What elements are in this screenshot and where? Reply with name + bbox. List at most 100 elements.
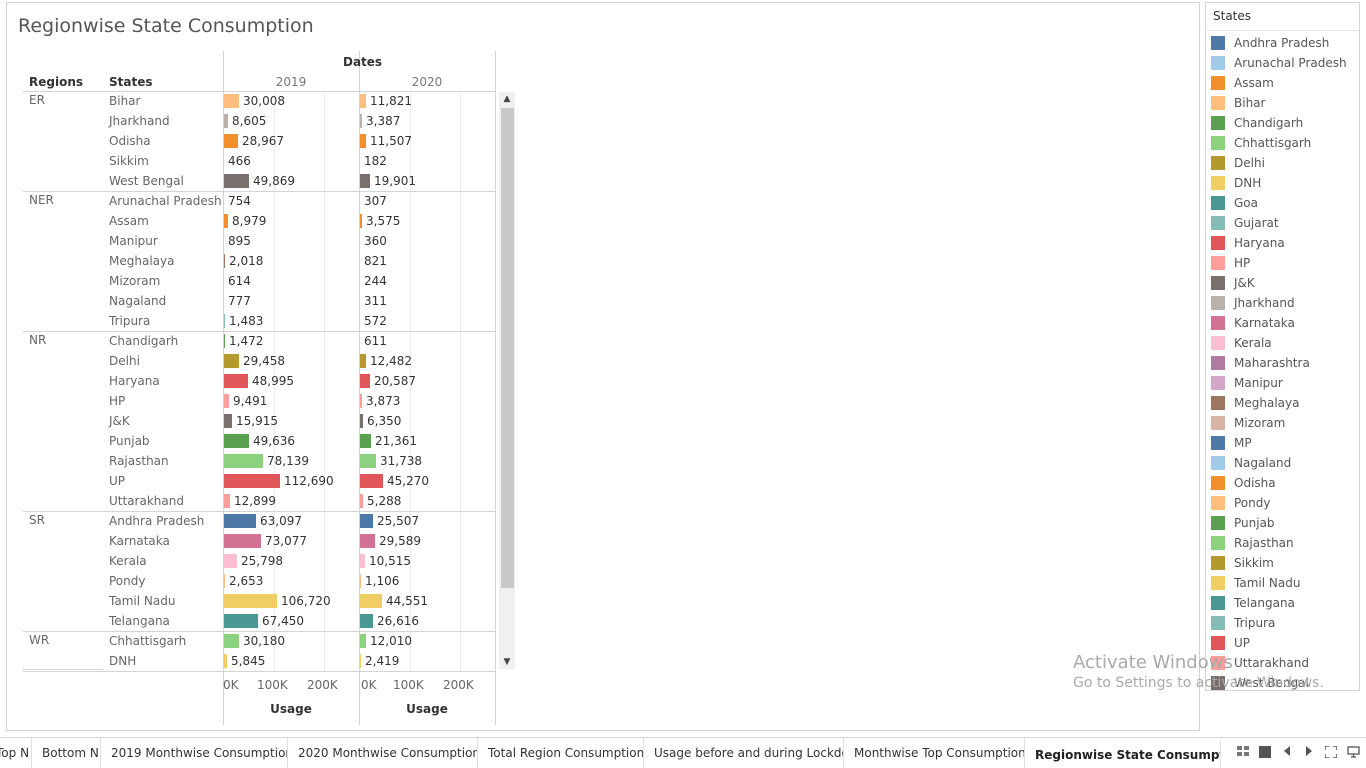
bar-2019[interactable] xyxy=(224,554,237,568)
table-row[interactable]: Delhi 29,458 12,482 xyxy=(23,351,496,371)
legend-item[interactable]: Chandigarh xyxy=(1211,113,1359,133)
filmstrip-icon[interactable] xyxy=(1258,746,1272,760)
state-label[interactable]: Telangana xyxy=(109,614,170,628)
state-label[interactable]: Tripura xyxy=(109,314,150,328)
table-row[interactable]: Manipur 895 360 xyxy=(23,231,496,251)
prev-sheet-icon[interactable] xyxy=(1280,746,1294,760)
bar-2019[interactable] xyxy=(224,634,239,648)
state-label[interactable]: Mizoram xyxy=(109,274,160,288)
bar-2020[interactable] xyxy=(360,354,366,368)
vertical-scrollbar[interactable]: ▲ ▼ xyxy=(499,92,515,669)
state-label[interactable]: Odisha xyxy=(109,134,151,148)
bar-2020[interactable] xyxy=(360,414,363,428)
year-header-2019[interactable]: 2019 xyxy=(223,75,359,89)
bar-2019[interactable] xyxy=(224,254,225,268)
scroll-up-icon[interactable]: ▲ xyxy=(499,92,515,106)
bar-2020[interactable] xyxy=(360,134,366,148)
bar-2019[interactable] xyxy=(224,94,239,108)
table-row[interactable]: Tripura 1,483 572 xyxy=(23,311,496,331)
legend-item[interactable]: Mizoram xyxy=(1211,413,1359,433)
tab-2020-monthwise[interactable]: 2020 Monthwise Consumption xyxy=(292,738,478,768)
legend-item[interactable]: Punjab xyxy=(1211,513,1359,533)
table-row[interactable]: WR Chhattisgarh 30,180 12,010 xyxy=(23,631,496,651)
bar-2019[interactable] xyxy=(224,534,261,548)
bar-2019[interactable] xyxy=(224,494,230,508)
bar-2020[interactable] xyxy=(360,534,375,548)
state-label[interactable]: Meghalaya xyxy=(109,254,174,268)
bar-2020[interactable] xyxy=(360,114,362,128)
bar-2020[interactable] xyxy=(360,394,362,408)
bar-2020[interactable] xyxy=(360,654,361,668)
state-label[interactable]: Uttarakhand xyxy=(109,494,184,508)
region-label[interactable]: NR xyxy=(29,333,46,347)
table-row[interactable]: Pondy 2,653 1,106 xyxy=(23,571,496,591)
table-row[interactable]: West Bengal 49,869 19,901 xyxy=(23,171,496,191)
table-row[interactable]: UP 112,690 45,270 xyxy=(23,471,496,491)
bar-2019[interactable] xyxy=(224,214,228,228)
bar-2019[interactable] xyxy=(224,114,228,128)
bar-2020[interactable] xyxy=(360,634,366,648)
table-row[interactable]: Tamil Nadu 106,720 44,551 xyxy=(23,591,496,611)
legend-item[interactable]: West Bengal xyxy=(1211,673,1359,693)
legend-item[interactable]: Andhra Pradesh xyxy=(1211,33,1359,53)
table-row[interactable]: ER Bihar 30,008 11,821 xyxy=(23,91,496,111)
state-label[interactable]: UP xyxy=(109,474,125,488)
tab-total-region[interactable]: Total Region Consumption xyxy=(482,738,644,768)
bar-2020[interactable] xyxy=(360,554,365,568)
bar-2020[interactable] xyxy=(360,614,373,628)
bar-2020[interactable] xyxy=(360,434,371,448)
table-row[interactable]: Karnataka 73,077 29,589 xyxy=(23,531,496,551)
bar-2019[interactable] xyxy=(224,134,238,148)
bar-2020[interactable] xyxy=(360,594,382,608)
legend-item[interactable]: Uttarakhand xyxy=(1211,653,1359,673)
state-label[interactable]: Arunachal Pradesh xyxy=(109,194,222,208)
table-row[interactable]: SR Andhra Pradesh 63,097 25,507 xyxy=(23,511,496,531)
legend-item[interactable]: Maharashtra xyxy=(1211,353,1359,373)
legend-item[interactable]: Arunachal Pradesh xyxy=(1211,53,1359,73)
bar-2019[interactable] xyxy=(224,654,227,668)
region-label[interactable]: ER xyxy=(29,93,45,107)
states-header[interactable]: States xyxy=(109,75,153,89)
tab-2019-monthwise[interactable]: 2019 Monthwise Consumption xyxy=(105,738,288,768)
legend-item[interactable]: J&K xyxy=(1211,273,1359,293)
bar-2019[interactable] xyxy=(224,434,249,448)
legend-item[interactable]: Karnataka xyxy=(1211,313,1359,333)
bar-2019[interactable] xyxy=(224,574,225,588)
presentation-icon[interactable] xyxy=(1346,746,1360,760)
legend-item[interactable]: Manipur xyxy=(1211,373,1359,393)
table-row[interactable]: J&K 15,915 6,350 xyxy=(23,411,496,431)
tab-top-n[interactable]: Top N xyxy=(0,738,32,768)
state-label[interactable]: Punjab xyxy=(109,434,150,448)
legend-item[interactable]: Gujarat xyxy=(1211,213,1359,233)
legend-item[interactable]: Nagaland xyxy=(1211,453,1359,473)
legend-item[interactable]: Meghalaya xyxy=(1211,393,1359,413)
legend-item[interactable]: Delhi xyxy=(1211,153,1359,173)
state-label[interactable]: Bihar xyxy=(109,94,140,108)
bar-2019[interactable] xyxy=(224,414,232,428)
state-label[interactable]: Chandigarh xyxy=(109,334,178,348)
bar-2020[interactable] xyxy=(360,454,376,468)
bar-2019[interactable] xyxy=(224,174,249,188)
legend-item[interactable]: Kerala xyxy=(1211,333,1359,353)
region-label[interactable]: WR xyxy=(29,633,49,647)
next-sheet-icon[interactable] xyxy=(1302,746,1316,760)
bar-2019[interactable] xyxy=(224,454,263,468)
table-row[interactable]: Rajasthan 78,139 31,738 xyxy=(23,451,496,471)
year-header-2020[interactable]: 2020 xyxy=(359,75,495,89)
state-label[interactable]: Andhra Pradesh xyxy=(109,514,204,528)
table-row[interactable]: Mizoram 614 244 xyxy=(23,271,496,291)
region-label[interactable]: NER xyxy=(29,193,54,207)
tab-regionwise-state[interactable]: Regionwise State Consumption xyxy=(1029,738,1221,768)
table-row[interactable]: Punjab 49,636 21,361 xyxy=(23,431,496,451)
bar-2020[interactable] xyxy=(360,474,383,488)
state-label[interactable]: Assam xyxy=(109,214,149,228)
table-row[interactable]: NR Chandigarh 1,472 611 xyxy=(23,331,496,351)
sheet-sorter-icon[interactable] xyxy=(1236,746,1250,760)
bar-2019[interactable] xyxy=(224,474,280,488)
bar-2020[interactable] xyxy=(360,214,362,228)
legend-item[interactable]: Goa xyxy=(1211,193,1359,213)
legend-item[interactable]: DNH xyxy=(1211,173,1359,193)
state-label[interactable]: Karnataka xyxy=(109,534,170,548)
state-label[interactable]: Chhattisgarh xyxy=(109,634,186,648)
state-label[interactable]: HP xyxy=(109,394,125,408)
